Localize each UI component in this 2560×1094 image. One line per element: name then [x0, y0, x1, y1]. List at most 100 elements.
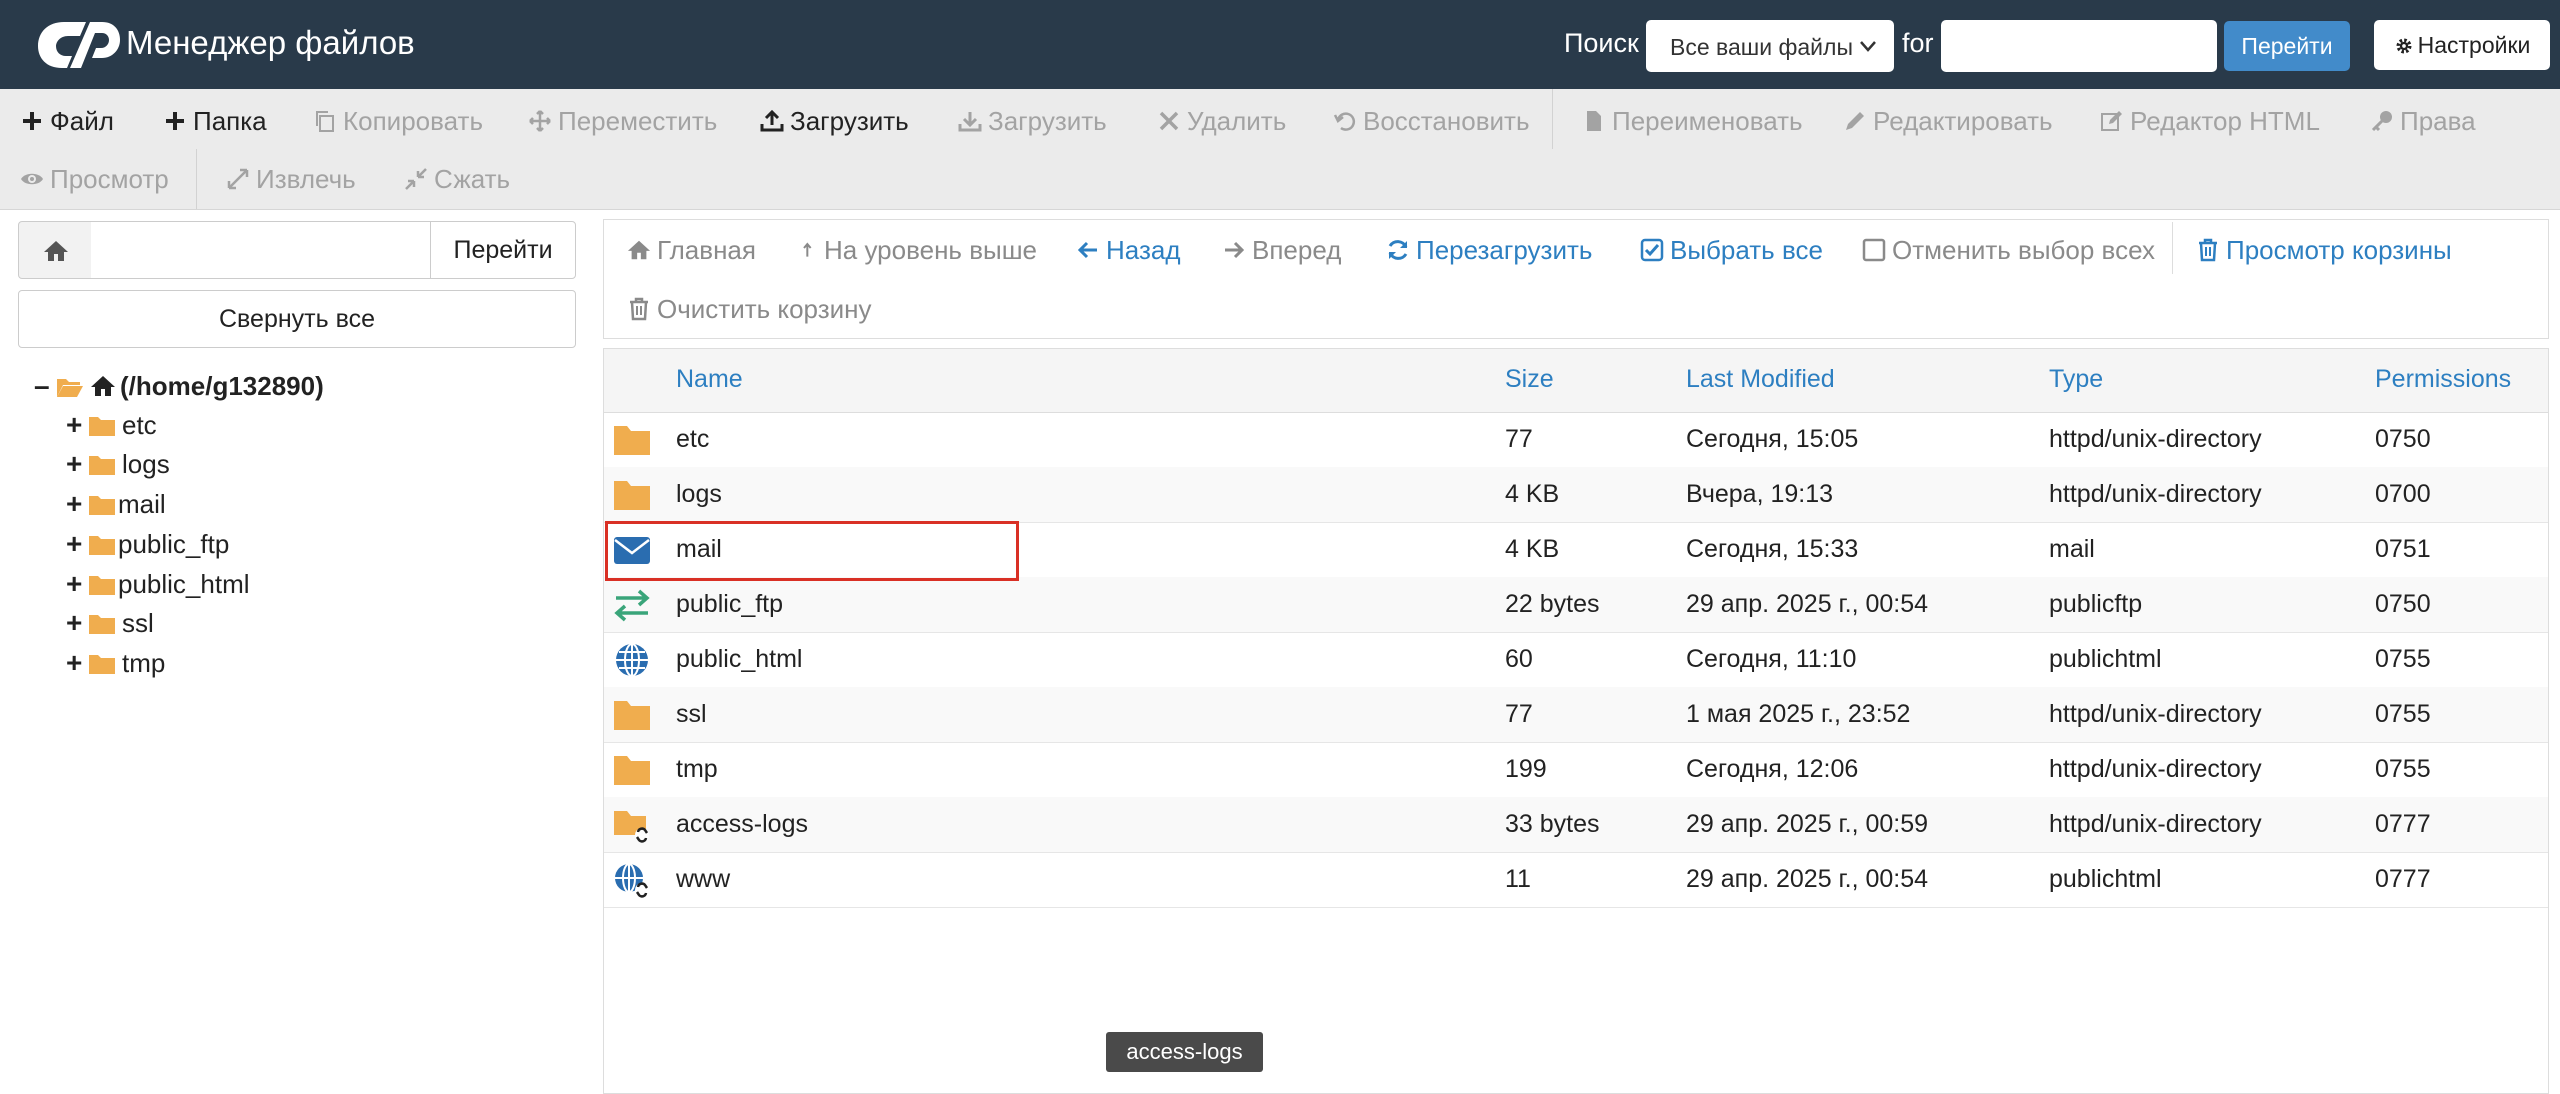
tree-node-public-ftp[interactable]: + public_ftp [66, 526, 229, 562]
for-label: for [1902, 28, 1934, 58]
expand-plus-icon[interactable]: + [66, 645, 88, 681]
html-editor-button[interactable]: Редактор HTML [2100, 99, 2320, 143]
path-go-button[interactable]: Перейти [430, 221, 576, 279]
file-name: tmp [676, 755, 718, 783]
nav-view-trash-button[interactable]: Просмотр корзины [2196, 229, 2452, 271]
home-icon [627, 240, 651, 260]
column-header-type[interactable]: Type [2049, 365, 2103, 394]
tree-root-label: (/home/g132890) [120, 371, 324, 401]
delete-button[interactable]: Удалить [1157, 99, 1286, 143]
search-label: Поиск [1564, 28, 1639, 58]
file-permissions: 0750 [2375, 590, 2431, 618]
expand-plus-icon[interactable]: + [66, 446, 88, 482]
settings-button[interactable]: Настройки [2374, 20, 2550, 70]
tree-node-ssl[interactable]: + ssl [66, 605, 154, 641]
gear-icon [2396, 38, 2412, 54]
upload-button[interactable]: Загрузить [760, 99, 909, 143]
nav-reload-button[interactable]: Перезагрузить [1386, 229, 1592, 271]
permissions-button[interactable]: Права [2370, 99, 2476, 143]
nav-up-button[interactable]: На уровень выше [802, 229, 1037, 271]
table-row[interactable]: access-logs 33 bytes 29 апр. 2025 г., 00… [604, 797, 2548, 853]
tree-node-public-html[interactable]: + public_html [66, 566, 250, 602]
expand-plus-icon[interactable]: + [66, 526, 88, 562]
file-modified: 29 апр. 2025 г., 00:54 [1686, 590, 1929, 618]
folder-icon [89, 615, 115, 634]
table-row[interactable]: etc 77 Сегодня, 15:05 httpd/unix-directo… [604, 412, 2548, 468]
file-type: mail [2049, 535, 2095, 563]
tree-node-tmp[interactable]: + tmp [66, 645, 165, 681]
file-icon [1587, 111, 1601, 131]
trash-icon [630, 297, 648, 321]
new-file-button[interactable]: Файл [20, 99, 114, 143]
expand-plus-icon[interactable]: + [66, 605, 88, 641]
file-permissions: 0777 [2375, 810, 2431, 838]
eye-icon [21, 173, 43, 185]
folder-icon [89, 655, 115, 674]
expand-plus-icon[interactable]: + [66, 407, 88, 443]
nav-divider [2172, 222, 2173, 274]
column-header-name[interactable]: Name [676, 365, 743, 394]
nav-back-button[interactable]: Назад [1076, 229, 1181, 271]
tree-root-node[interactable]: – (/home/g132890) [34, 368, 324, 404]
nav-empty-trash-button[interactable]: Очистить корзину [627, 288, 872, 330]
table-row[interactable]: www 11 29 апр. 2025 г., 00:54 publichtml… [604, 852, 2548, 908]
nav-select-all-button[interactable]: Выбрать все [1640, 229, 1823, 271]
file-size: 33 bytes [1505, 810, 1600, 838]
globe-icon [616, 643, 648, 677]
restore-button[interactable]: Восстановить [1333, 99, 1530, 143]
copy-button[interactable]: Копировать [313, 99, 483, 143]
nav-home-button[interactable]: Главная [627, 229, 756, 271]
level-up-icon [803, 242, 812, 257]
view-button[interactable]: Просмотр [20, 157, 169, 201]
new-folder-button[interactable]: Папка [163, 99, 267, 143]
file-modified: Сегодня, 15:33 [1686, 535, 1859, 563]
column-header-modified[interactable]: Last Modified [1686, 365, 1835, 394]
file-type: publicftp [2049, 590, 2143, 618]
arrow-right-icon [1225, 241, 1245, 259]
file-size: 4 KB [1505, 535, 1560, 563]
table-row[interactable]: ssl 77 1 мая 2025 г., 23:52 httpd/unix-d… [604, 687, 2548, 743]
collapse-minus-icon[interactable]: – [34, 368, 56, 404]
search-go-button[interactable]: Перейти [2224, 21, 2350, 71]
table-row[interactable]: public_html 60 Сегодня, 11:10 publichtml… [604, 632, 2548, 688]
top-header: Менеджер файлов Поиск Все ваши файлы for… [0, 0, 2560, 89]
checkbox-empty-icon [1862, 238, 1886, 262]
nav-forward-button[interactable]: Вперед [1222, 229, 1341, 271]
tree-node-logs[interactable]: + logs [66, 446, 170, 482]
tree-node-etc[interactable]: + etc [66, 407, 157, 443]
tree-node-label: mail [118, 489, 166, 519]
expand-plus-icon[interactable]: + [66, 566, 88, 602]
path-input[interactable] [91, 221, 431, 279]
search-scope-select[interactable]: Все ваши файлы [1646, 20, 1894, 72]
tree-node-mail[interactable]: + mail [66, 486, 166, 522]
file-name: etc [676, 425, 710, 453]
tree-node-label: etc [122, 410, 157, 440]
rename-button[interactable]: Переименовать [1582, 99, 1803, 143]
collapse-all-button[interactable]: Свернуть все [18, 290, 576, 348]
chevron-down-icon [1860, 41, 1876, 52]
expand-plus-icon[interactable]: + [66, 486, 88, 522]
folder-icon [89, 576, 115, 595]
cpanel-logo-icon[interactable] [34, 18, 120, 72]
move-button[interactable]: Переместить [528, 99, 717, 143]
nav-unselect-all-button[interactable]: Отменить выбор всех [1862, 229, 2155, 271]
column-header-size[interactable]: Size [1505, 365, 1554, 394]
tree-node-label: public_html [118, 569, 250, 599]
search-input[interactable] [1941, 20, 2217, 72]
pencil-icon [1846, 112, 1864, 130]
file-name: public_ftp [676, 590, 784, 618]
tree-node-label: logs [122, 449, 170, 479]
download-icon [958, 112, 982, 132]
table-row[interactable]: tmp 199 Сегодня, 12:06 httpd/unix-direct… [604, 742, 2548, 798]
download-button[interactable]: Загрузить [958, 99, 1107, 143]
tree-node-label: ssl [122, 608, 154, 638]
file-permissions: 0777 [2375, 865, 2431, 893]
file-modified: 1 мая 2025 г., 23:52 [1686, 700, 1911, 728]
home-dir-button[interactable] [18, 221, 92, 279]
table-row[interactable]: logs 4 KB Вчера, 19:13 httpd/unix-direct… [604, 467, 2548, 523]
column-header-permissions[interactable]: Permissions [2375, 365, 2511, 394]
extract-button[interactable]: Извлечь [226, 157, 356, 201]
edit-button[interactable]: Редактировать [1843, 99, 2053, 143]
compress-button[interactable]: Сжать [404, 157, 510, 201]
table-row[interactable]: public_ftp 22 bytes 29 апр. 2025 г., 00:… [604, 577, 2548, 633]
